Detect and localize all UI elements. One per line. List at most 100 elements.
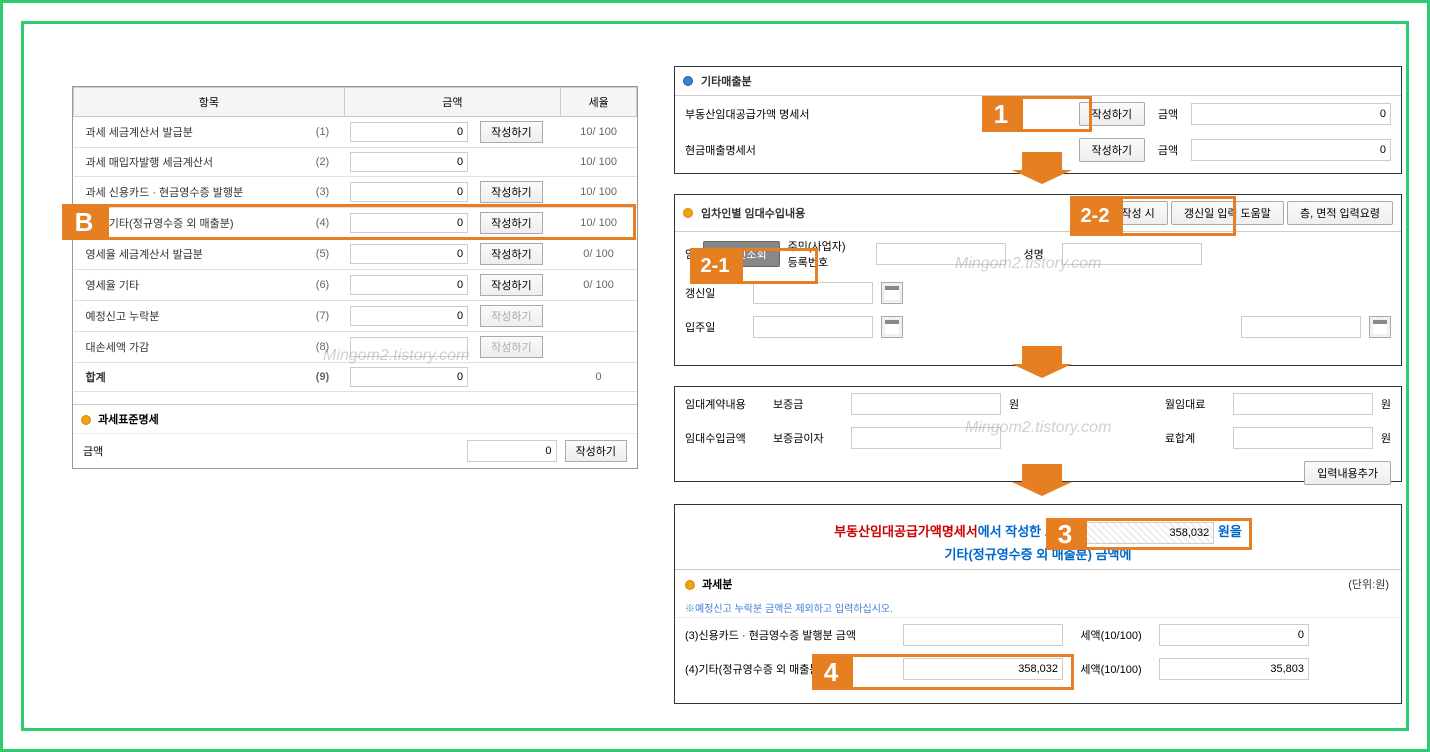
- renew-date-label: 갱신일: [685, 285, 745, 301]
- row-num: (8): [301, 332, 344, 363]
- row-amount-input[interactable]: [350, 306, 468, 326]
- name-input[interactable]: [1062, 243, 1202, 265]
- row-amount-input[interactable]: [350, 275, 468, 295]
- row-num: (1): [301, 117, 344, 148]
- row4-tax-label: 세액(10/100): [1071, 661, 1151, 677]
- table-row: 예정신고 누락분(7)작성하기: [74, 301, 637, 332]
- row4-tax-amount[interactable]: [1159, 658, 1309, 680]
- callout-4: 4: [812, 654, 850, 690]
- row-rate: 10/ 100: [561, 117, 637, 148]
- callout-1-border: [1020, 96, 1092, 132]
- amount-label: 금액: [1153, 106, 1183, 122]
- row-rate: 0/ 100: [561, 239, 637, 270]
- callout-1: 1: [982, 96, 1020, 132]
- row-num: (9): [301, 363, 344, 392]
- row-label: 대손세액 가감: [74, 332, 301, 363]
- rent-input[interactable]: [1233, 393, 1373, 415]
- row-write-button[interactable]: 작성하기: [480, 181, 542, 203]
- header-item: 항목: [74, 88, 345, 117]
- interest-input[interactable]: [851, 427, 1001, 449]
- row-write-button[interactable]: 작성하기: [480, 336, 542, 358]
- deposit-input[interactable]: [851, 393, 1001, 415]
- callout-4-border: [850, 654, 1074, 690]
- add-content-button[interactable]: 입력내용추가: [1304, 461, 1391, 485]
- row-write-button[interactable]: 작성하기: [480, 305, 542, 327]
- date-input-2[interactable]: [1241, 316, 1361, 338]
- row-write-button[interactable]: 작성하기: [480, 243, 542, 265]
- row-amount-input[interactable]: [350, 244, 468, 264]
- sub-write-button[interactable]: 작성하기: [565, 440, 627, 462]
- realestate-amount[interactable]: [1191, 103, 1391, 125]
- bullet-icon: [683, 208, 693, 218]
- contract-label: 임대계약내용: [685, 396, 765, 412]
- income-label: 임대수입금액: [685, 430, 765, 446]
- row-amount-input[interactable]: [350, 122, 468, 142]
- row-num: (6): [301, 270, 344, 301]
- row-rate: [561, 301, 637, 332]
- callout-2-1: 2-1: [690, 248, 740, 284]
- row-amount-input[interactable]: [350, 367, 468, 387]
- header-amount: 금액: [344, 88, 561, 117]
- table-row: 영세율 세금계산서 발급분(5) 작성하기 0/ 100: [74, 239, 637, 270]
- row-amount-input[interactable]: [350, 337, 468, 357]
- bullet-icon: [81, 415, 91, 425]
- amount-label: 금액: [1153, 142, 1183, 158]
- arrow-down-icon: [1022, 152, 1062, 170]
- sub-amount[interactable]: [467, 440, 557, 462]
- area-help-button[interactable]: 층, 면적 입력요령: [1287, 201, 1393, 225]
- unit-label: (단위:원): [1348, 576, 1389, 592]
- row-label: 영세율 세금계산서 발급분: [74, 239, 301, 270]
- cash-write-button[interactable]: 작성하기: [1079, 138, 1145, 162]
- row3-tax-amount[interactable]: [1159, 624, 1309, 646]
- row-label: 과세 매입자발행 세금계산서: [74, 148, 301, 177]
- box2-title: 임차인별 임대수입내용: [701, 205, 805, 221]
- row3-label: (3)신용카드 · 현금영수증 발행분 금액: [685, 627, 895, 643]
- calendar-icon[interactable]: [881, 282, 903, 304]
- deposit-unit: 원: [1009, 396, 1019, 412]
- rent-label: 월임대료: [1165, 396, 1225, 412]
- row-write-button[interactable]: 작성하기: [480, 121, 542, 143]
- msg-line2: 기타(정규영수증 외 매출분) 금액에: [685, 544, 1391, 563]
- bullet-icon: [685, 580, 695, 590]
- calendar-icon[interactable]: [1369, 316, 1391, 338]
- row-rate: 10/ 100: [561, 177, 637, 208]
- header-rate: 세율: [561, 88, 637, 117]
- table-row: 영세율 기타(6)작성하기0/ 100: [74, 270, 637, 301]
- cash-amount[interactable]: [1191, 139, 1391, 161]
- table-row: 대손세액 가감(8) 작성하기: [74, 332, 637, 363]
- note-text: ※예정신고 누락분 금액은 제외하고 입력하십시오.: [675, 598, 1401, 617]
- row-write-button[interactable]: 작성하기: [480, 274, 542, 296]
- table-row: 과세 매입자발행 세금계산서(2)10/ 100: [74, 148, 637, 177]
- row-rate: 0: [561, 363, 637, 392]
- sub-label: 금액: [83, 443, 143, 459]
- row-amount-input[interactable]: [350, 182, 468, 202]
- resident-number-input[interactable]: [876, 243, 1006, 265]
- table-row: 과세 세금계산서 발급분(1) 작성하기 10/ 100: [74, 117, 637, 148]
- table-row: 합계(9) 0: [74, 363, 637, 392]
- rent-unit: 원: [1381, 396, 1391, 412]
- callout-2-2: 2-2: [1070, 196, 1120, 236]
- deposit-label: 보증금: [773, 396, 843, 412]
- row-num: (3): [301, 177, 344, 208]
- callout-3: 3: [1046, 518, 1084, 550]
- arrow-down-icon: [1022, 346, 1062, 364]
- callout-2-2-border: [1120, 196, 1236, 236]
- callout-B-border: [106, 204, 636, 240]
- calendar-icon[interactable]: [881, 316, 903, 338]
- row-label: 과세 세금계산서 발급분: [74, 117, 301, 148]
- interest-label: 보증금이자: [773, 430, 843, 446]
- row-label: 영세율 기타: [74, 270, 301, 301]
- row-amount-input[interactable]: [350, 152, 468, 172]
- renew-date-input[interactable]: [753, 282, 873, 304]
- row-num: (2): [301, 148, 344, 177]
- row-label: 합계: [74, 363, 301, 392]
- movein-date-label: 입주일: [685, 319, 745, 335]
- sum-input[interactable]: [1233, 427, 1373, 449]
- row-num: (5): [301, 239, 344, 270]
- name-label: 성명: [1014, 246, 1054, 262]
- msg-red: 부동산임대공급가액명세서: [834, 524, 978, 539]
- arrow-down-icon: [1022, 464, 1062, 482]
- bullet-icon: [683, 76, 693, 86]
- row3-amount[interactable]: [903, 624, 1063, 646]
- movein-date-input[interactable]: [753, 316, 873, 338]
